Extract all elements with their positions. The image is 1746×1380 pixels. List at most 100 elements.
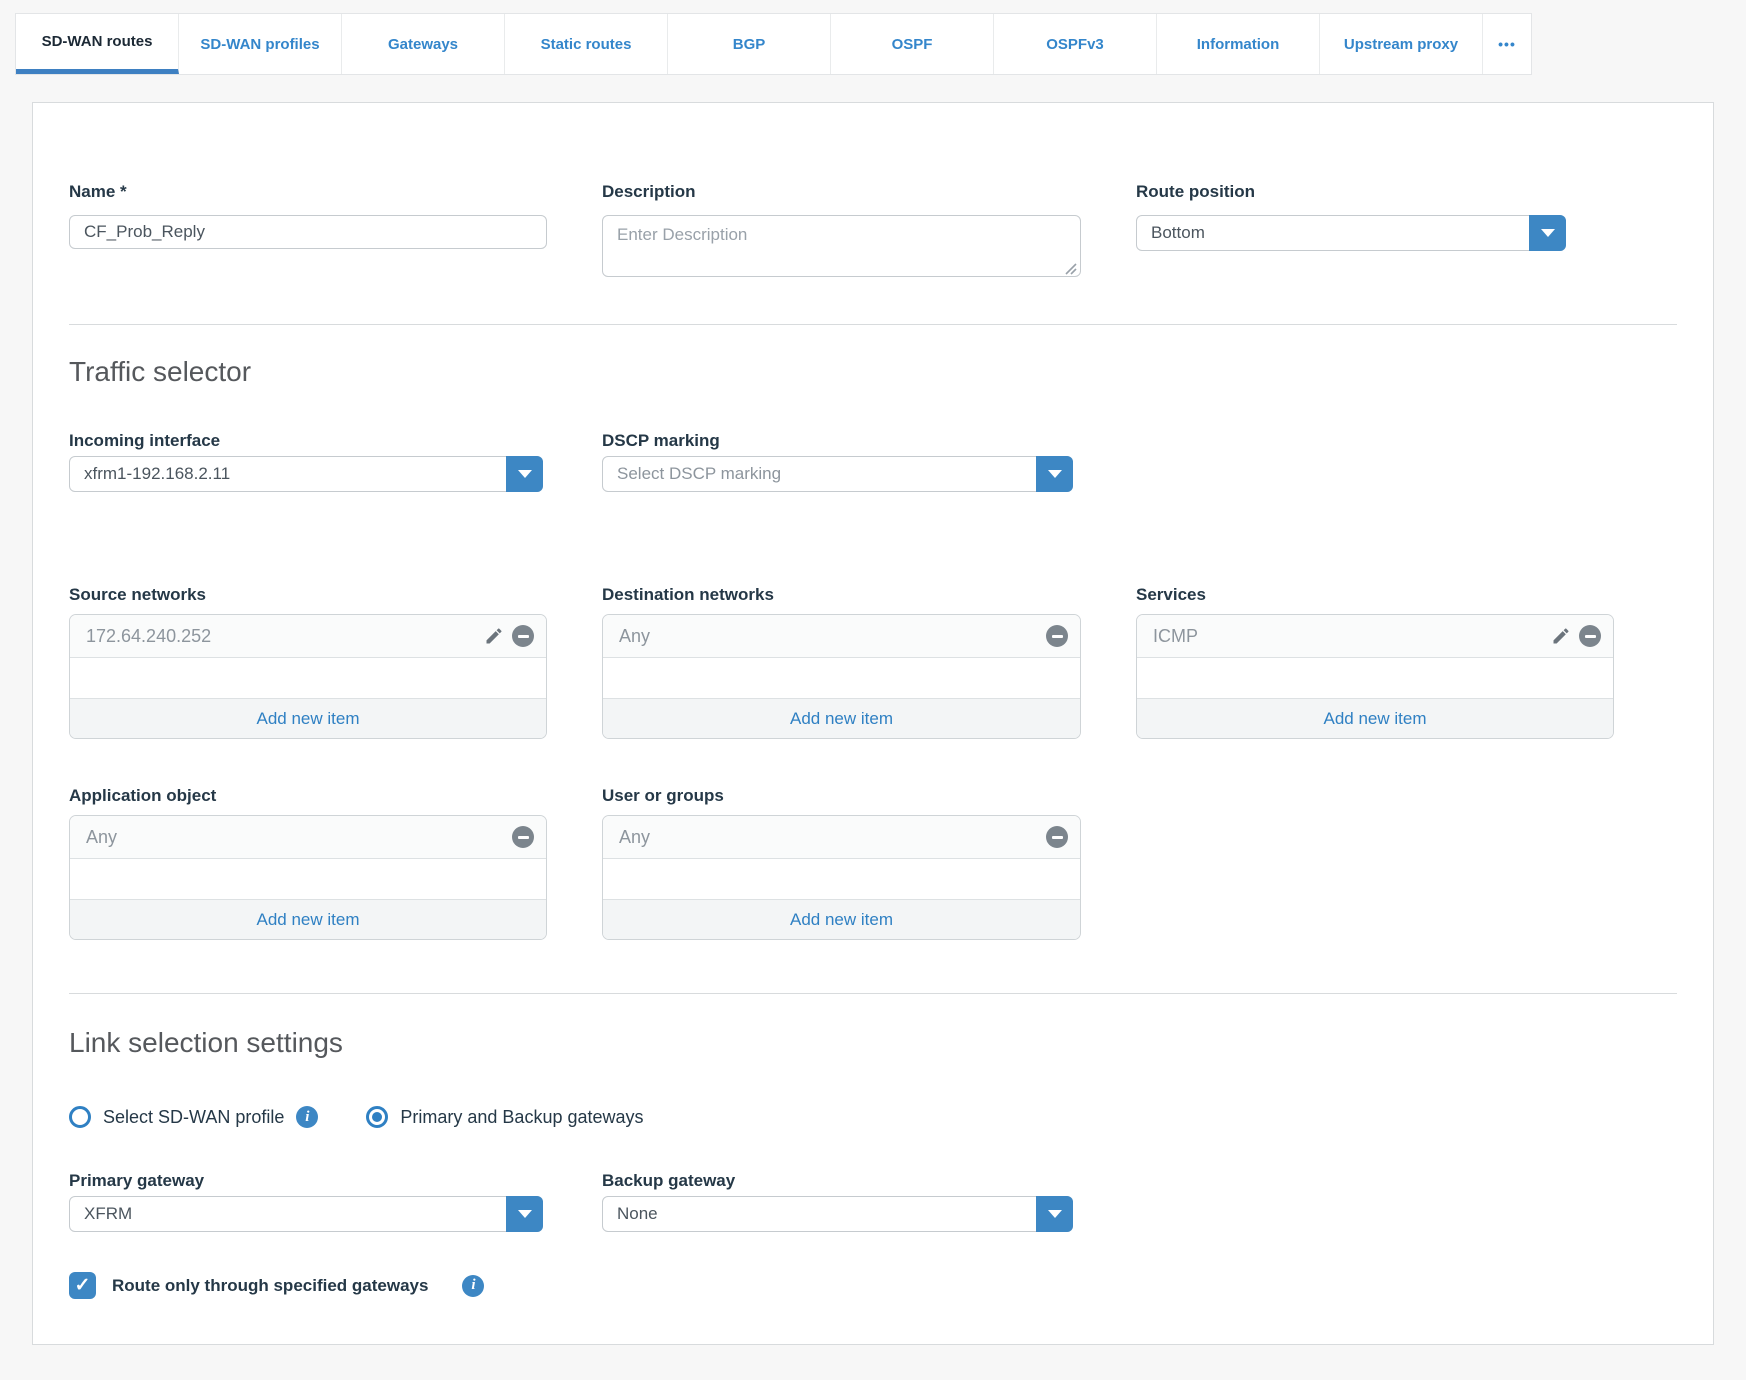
incoming-interface-label: Incoming interface [69,431,221,450]
radio-primary-backup-gateways[interactable]: Primary and Backup gateways [366,1106,644,1128]
list-item-text: Any [619,625,651,646]
edit-icon[interactable] [484,626,504,646]
tab-sdwan-routes[interactable]: SD-WAN routes [16,14,179,74]
dscp-marking-group: DSCP marking Select DSCP marking [602,430,1081,492]
list-empty-area [603,658,1080,698]
list-item-text: Any [619,826,651,847]
destination-networks-box: Any Add new item [602,614,1081,739]
list-empty-area [70,859,546,899]
chevron-down-icon [1047,1210,1062,1218]
tab-ospfv3[interactable]: OSPFv3 [994,14,1157,74]
dscp-marking-placeholder: Select DSCP marking [617,464,782,483]
name-field-group: Name * [69,181,547,282]
radio-selected-icon[interactable] [366,1106,389,1128]
primary-gateway-value: XFRM [84,1204,133,1223]
incoming-interface-value: xfrm1-192.168.2.11 [84,464,231,483]
name-label: Name * [69,182,127,201]
list-item: 172.64.240.252 [70,615,546,658]
remove-icon[interactable] [1579,625,1601,647]
route-position-label: Route position [1136,182,1255,201]
info-icon[interactable]: i [296,1106,319,1128]
route-position-select[interactable]: Bottom [1136,215,1566,251]
radio-label: Primary and Backup gateways [400,1106,644,1127]
description-textarea[interactable] [602,215,1081,277]
chevron-down-icon [1540,229,1555,237]
link-selection-heading: Link selection settings [69,1027,343,1058]
tab-upstream-proxy[interactable]: Upstream proxy [1320,14,1483,74]
list-item-text: ICMP [1153,625,1198,646]
remove-icon[interactable] [1046,625,1068,647]
destination-networks-add-button[interactable]: Add new item [603,698,1080,738]
traffic-selector-heading: Traffic selector [69,356,252,387]
description-label: Description [602,182,696,201]
section-divider [69,324,1677,325]
application-object-label: Application object [69,786,217,805]
user-or-groups-box: Any Add new item [602,815,1081,940]
tab-more-ellipsis-icon[interactable]: ••• [1483,14,1531,74]
backup-gateway-label: Backup gateway [602,1171,736,1190]
radio-label: Select SD-WAN profile [103,1106,285,1127]
backup-gateway-value: None [617,1204,658,1223]
destination-networks-group: Destination networks Any Add new item [602,584,1081,739]
list-item-text: 172.64.240.252 [86,625,212,646]
services-group: Services ICMP Add new item [1136,584,1614,739]
remove-icon[interactable] [1046,826,1068,848]
list-item: ICMP [1137,615,1613,658]
services-add-button[interactable]: Add new item [1137,698,1613,738]
source-networks-label: Source networks [69,585,206,604]
incoming-interface-group: Incoming interface xfrm1-192.168.2.11 [69,430,547,492]
user-or-groups-add-button[interactable]: Add new item [603,899,1080,939]
application-object-box: Any Add new item [69,815,547,940]
list-item: Any [603,816,1080,859]
tab-sdwan-profiles[interactable]: SD-WAN profiles [179,14,342,74]
tab-bar: SD-WAN routes SD-WAN profiles Gateways S… [15,13,1532,75]
list-item: Any [70,816,546,859]
source-networks-box: 172.64.240.252 Add new item [69,614,547,739]
destination-networks-label: Destination networks [602,585,774,604]
route-only-checkbox-label: Route only through specified gateways [112,1275,429,1295]
primary-gateway-select[interactable]: XFRM [69,1196,543,1232]
list-item: Any [603,615,1080,658]
backup-gateway-dropdown-button[interactable] [1036,1196,1073,1232]
list-empty-area [1137,658,1613,698]
services-box: ICMP Add new item [1136,614,1614,739]
incoming-interface-dropdown-button[interactable] [506,456,543,492]
dscp-marking-label: DSCP marking [602,431,720,450]
name-input[interactable] [69,215,547,249]
tab-static-routes[interactable]: Static routes [505,14,668,74]
application-object-group: Application object Any Add new item [69,785,547,940]
incoming-interface-select[interactable]: xfrm1-192.168.2.11 [69,456,543,492]
info-icon[interactable]: i [462,1274,485,1297]
remove-icon[interactable] [512,826,534,848]
list-empty-area [603,859,1080,899]
route-position-value: Bottom [1151,223,1205,242]
services-label: Services [1136,585,1206,604]
chevron-down-icon [517,1210,532,1218]
dscp-marking-select[interactable]: Select DSCP marking [602,456,1073,492]
tab-gateways[interactable]: Gateways [342,14,505,74]
primary-gateway-group: Primary gateway XFRM [69,1170,547,1232]
route-position-field-group: Route position Bottom [1136,181,1614,282]
radio-select-sdwan-profile[interactable]: Select SD-WAN profile i [69,1106,319,1128]
edit-icon[interactable] [1551,626,1571,646]
route-position-dropdown-button[interactable] [1529,215,1566,251]
route-only-checkbox[interactable] [69,1272,96,1299]
chevron-down-icon [1047,470,1062,478]
chevron-down-icon [517,470,532,478]
primary-gateway-dropdown-button[interactable] [506,1196,543,1232]
tab-information[interactable]: Information [1157,14,1320,74]
source-networks-group: Source networks 172.64.240.252 Add new i… [69,584,547,739]
user-or-groups-label: User or groups [602,786,724,805]
radio-icon[interactable] [69,1106,91,1128]
tab-ospf[interactable]: OSPF [831,14,994,74]
backup-gateway-select[interactable]: None [602,1196,1073,1232]
dscp-marking-dropdown-button[interactable] [1036,456,1073,492]
source-networks-add-button[interactable]: Add new item [70,698,546,738]
remove-icon[interactable] [512,625,534,647]
application-object-add-button[interactable]: Add new item [70,899,546,939]
sdwan-route-form-panel: Name * Description Route position Bottom [32,102,1714,1345]
list-empty-area [70,658,546,698]
description-field-group: Description [602,181,1081,282]
backup-gateway-group: Backup gateway None [602,1170,1081,1232]
tab-bgp[interactable]: BGP [668,14,831,74]
